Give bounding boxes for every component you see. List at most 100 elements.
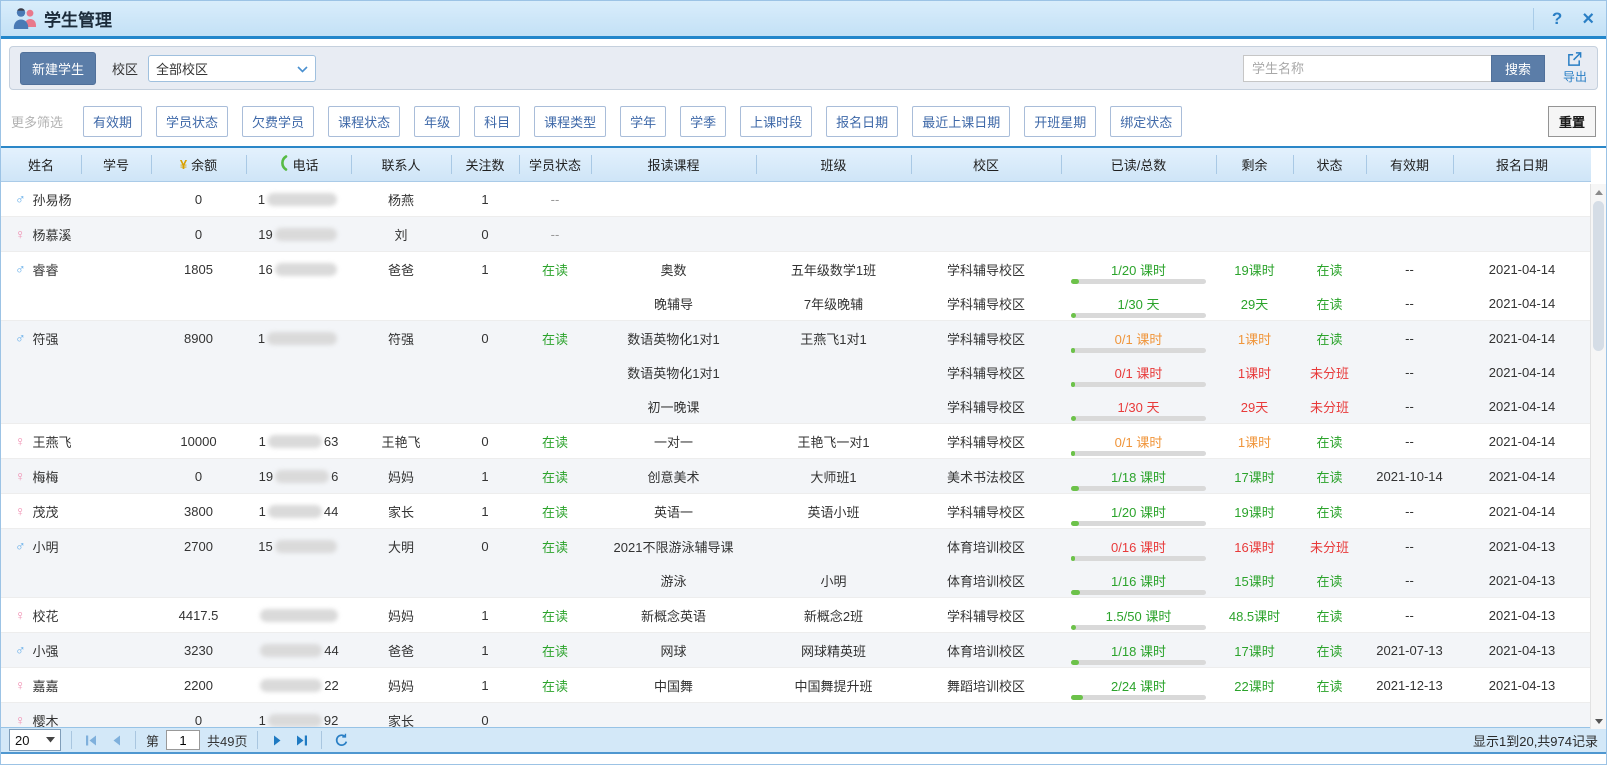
state-value: 在读 <box>1316 606 1342 625</box>
filter-button-5[interactable]: 年级 <box>414 106 460 137</box>
table-row[interactable]: ♂睿睿180516爸爸1在读奥数五年级数学1班学科辅导校区1/20 课时19课时… <box>1 252 1591 286</box>
scrollbar-thumb[interactable] <box>1593 201 1604 351</box>
column-header-status[interactable]: 学员状态 <box>519 148 591 181</box>
phone-suffix: 6 <box>331 469 338 484</box>
column-label: 余额 <box>191 155 217 174</box>
cell-student-id <box>81 668 151 702</box>
filter-button-4[interactable]: 课程状态 <box>328 106 400 137</box>
table-row[interactable]: ♂孙易杨01杨燕1-- <box>1 182 1591 216</box>
cell-registration-date <box>1453 182 1591 216</box>
student-name: 小强 <box>33 641 59 660</box>
cell-campus <box>911 217 1061 251</box>
filter-button-1[interactable]: 有效期 <box>83 106 142 137</box>
validity-value: -- <box>1405 573 1414 588</box>
column-header-validity[interactable]: 有效期 <box>1366 148 1453 181</box>
cell-student-status <box>519 703 591 727</box>
search-button[interactable]: 搜索 <box>1491 55 1545 82</box>
column-header-remain[interactable]: 剩余 <box>1216 148 1293 181</box>
column-label: 联系人 <box>381 155 420 174</box>
registration-date-value: 2021-04-14 <box>1489 365 1556 380</box>
cell-state: 在读 <box>1293 494 1366 528</box>
filter-button-14[interactable]: 绑定状态 <box>1110 106 1182 137</box>
table-row[interactable]: ♀樱木0192家长0 <box>1 703 1591 727</box>
refresh-button[interactable] <box>332 730 350 750</box>
cell-validity: -- <box>1366 529 1453 563</box>
table-row[interactable]: 游泳小明体育培训校区1/16 课时15课时在读--2021-04-13 <box>1 563 1591 597</box>
table-row[interactable]: ♂小强323044爸爸1在读网球网球精英班体育培训校区1/18 课时17课时在读… <box>1 633 1591 667</box>
column-header-campus[interactable]: 校区 <box>911 148 1061 181</box>
column-header-follow[interactable]: 关注数 <box>451 148 519 181</box>
validity-value: -- <box>1405 331 1414 346</box>
table-row[interactable]: ♂小明270015大明0在读2021不限游泳辅导课体育培训校区0/16 课时16… <box>1 529 1591 563</box>
reset-button[interactable]: 重置 <box>1548 106 1596 137</box>
table-row[interactable]: ♀校花4417.5妈妈1在读新概念英语新概念2班学科辅导校区1.5/50 课时4… <box>1 598 1591 632</box>
page-size-select[interactable]: 20 <box>9 729 61 751</box>
prev-page-button[interactable] <box>107 730 125 750</box>
scroll-down-icon[interactable] <box>1591 713 1606 729</box>
filter-button-12[interactable]: 最近上课日期 <box>912 106 1010 137</box>
follow-count: 0 <box>481 434 488 449</box>
cell-student-status: 在读 <box>519 459 591 493</box>
column-header-date[interactable]: 报名日期 <box>1453 148 1591 181</box>
last-page-button[interactable] <box>293 730 311 750</box>
filter-button-9[interactable]: 学季 <box>680 106 726 137</box>
cell-remaining: 17课时 <box>1216 459 1293 493</box>
column-header-course[interactable]: 报读课程 <box>591 148 756 181</box>
table-row[interactable]: ♀茂茂3800144家长1在读英语一英语小班学科辅导校区1/20 课时19课时在… <box>1 494 1591 528</box>
table-row[interactable]: ♂符强89001符强0在读数语英物化1对1王燕飞1对1学科辅导校区0/1 课时1… <box>1 321 1591 355</box>
column-label: 剩余 <box>1241 155 1267 174</box>
scroll-up-icon[interactable] <box>1591 184 1606 200</box>
filter-button-6[interactable]: 科目 <box>474 106 520 137</box>
column-header-state[interactable]: 状态 <box>1293 148 1366 181</box>
divider <box>257 731 258 749</box>
cell-progress: 0/1 课时 <box>1061 321 1216 355</box>
next-page-button[interactable] <box>268 730 286 750</box>
pagination-bar: 20 第 共49页 显示1到20,共974记录 <box>1 727 1606 754</box>
close-button[interactable]: × <box>1582 9 1594 29</box>
cell-phone: 163 <box>246 424 351 458</box>
cell-state: 在读 <box>1293 459 1366 493</box>
filter-button-3[interactable]: 欠费学员 <box>242 106 314 137</box>
cell-course-value: 创意美术 <box>647 467 699 486</box>
help-button[interactable]: ? <box>1552 10 1562 27</box>
column-header-phone[interactable]: 电话 <box>246 148 351 181</box>
filter-button-10[interactable]: 上课时段 <box>740 106 812 137</box>
cell-campus: 学科辅导校区 <box>911 389 1061 423</box>
cell-follow-count: 0 <box>451 424 519 458</box>
cell-registration-date: 2021-04-14 <box>1453 424 1591 458</box>
student-row-group: ♀樱木0192家长0 <box>1 703 1591 727</box>
cell-student-id <box>81 529 151 563</box>
column-header-contact[interactable]: 联系人 <box>351 148 451 181</box>
table-row[interactable]: 晚辅导7年级晚辅学科辅导校区1/30 天29天在读--2021-04-14 <box>1 286 1591 320</box>
column-header-balance[interactable]: ¥余额 <box>151 148 246 181</box>
column-header-sid[interactable]: 学号 <box>81 148 151 181</box>
export-button[interactable]: 导出 <box>1563 51 1587 85</box>
first-page-button[interactable] <box>82 730 100 750</box>
vertical-scrollbar[interactable] <box>1590 184 1606 729</box>
page-number-input[interactable] <box>166 730 200 750</box>
filter-button-7[interactable]: 课程类型 <box>534 106 606 137</box>
column-header-name[interactable]: 姓名 <box>1 148 81 181</box>
cell-student-status: 在读 <box>519 321 591 355</box>
cell-student-id <box>81 703 151 727</box>
cell-class-value: 网球精英班 <box>801 641 866 660</box>
bottom-strip <box>1 754 1606 765</box>
table-row[interactable]: ♀梅梅0196妈妈1在读创意美术大师班1美术书法校区1/18 课时17课时在读2… <box>1 459 1591 493</box>
column-header-cls[interactable]: 班级 <box>756 148 911 181</box>
new-student-button[interactable]: 新建学生 <box>20 52 96 85</box>
search-input[interactable] <box>1243 55 1491 82</box>
table-row[interactable]: 初一晚课学科辅导校区1/30 天29天未分班--2021-04-14 <box>1 389 1591 423</box>
table-row[interactable]: ♀王燕飞10000163王艳飞0在读一对一王艳飞一对1学科辅导校区0/1 课时1… <box>1 424 1591 458</box>
cell-course: 中国舞 <box>591 668 756 702</box>
table-row[interactable]: 数语英物化1对1学科辅导校区0/1 课时1课时未分班--2021-04-14 <box>1 355 1591 389</box>
filter-button-13[interactable]: 开班星期 <box>1024 106 1096 137</box>
table-row[interactable]: ♀杨慕溪019刘0-- <box>1 217 1591 251</box>
filter-button-11[interactable]: 报名日期 <box>826 106 898 137</box>
filter-button-2[interactable]: 学员状态 <box>156 106 228 137</box>
cell-campus-value: 美术书法校区 <box>947 467 1025 486</box>
campus-select[interactable]: 全部校区 <box>148 55 316 82</box>
filter-button-8[interactable]: 学年 <box>620 106 666 137</box>
column-header-progress[interactable]: 已读/总数 <box>1061 148 1216 181</box>
table-row[interactable]: ♀嘉嘉220022妈妈1在读中国舞中国舞提升班舞蹈培训校区2/24 课时22课时… <box>1 668 1591 702</box>
column-label: 关注数 <box>465 155 504 174</box>
